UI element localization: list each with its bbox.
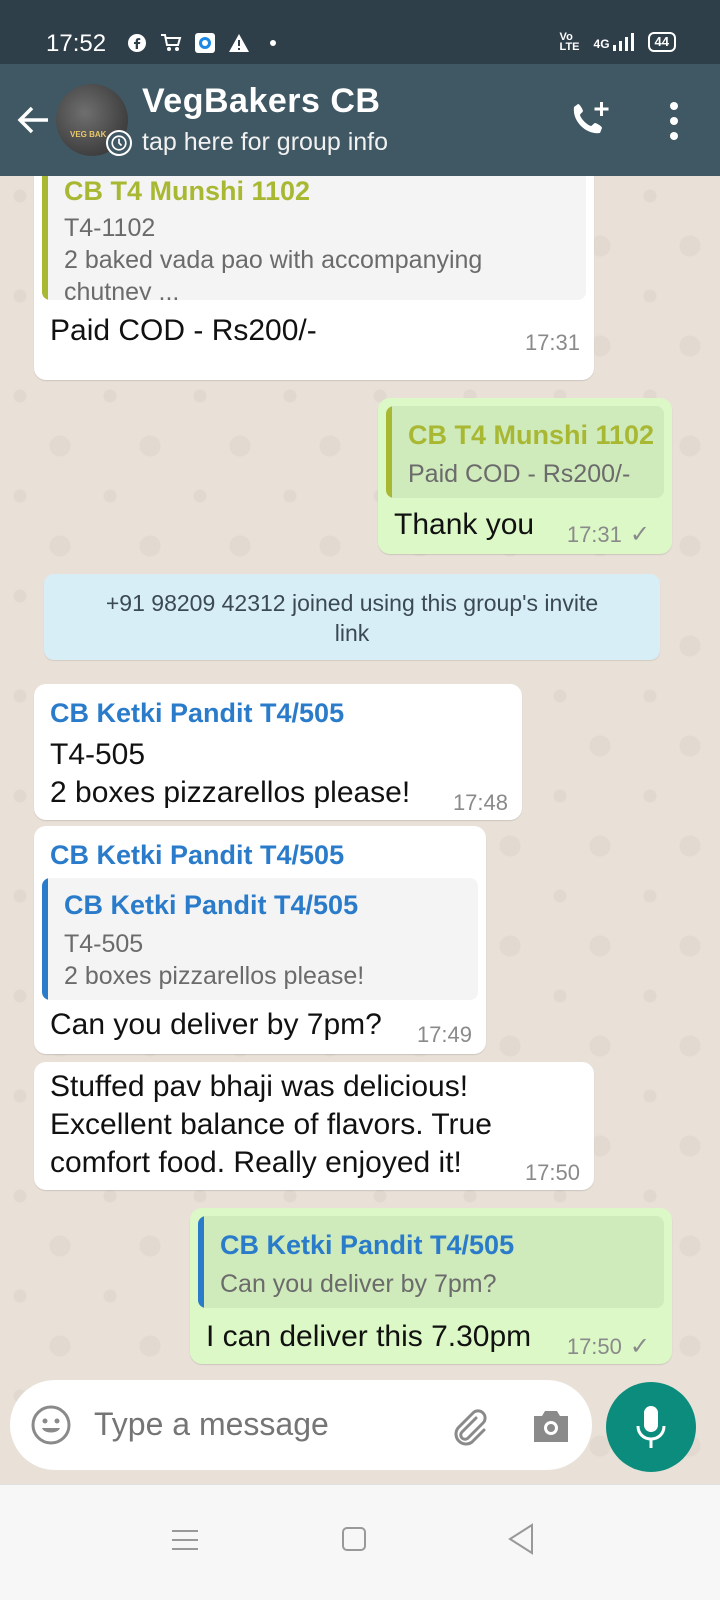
- signal-icon: 4G: [594, 33, 634, 51]
- message-bubble-incoming[interactable]: CB Ketki Pandit T4/505 CB Ketki Pandit T…: [34, 826, 486, 1054]
- quote-text: Can you deliver by 7pm?: [220, 1270, 497, 1298]
- message-composer: [10, 1380, 592, 1470]
- camera-icon[interactable]: [530, 1406, 572, 1446]
- system-notice: +91 98209 42312 joined using this group'…: [44, 574, 660, 660]
- volte-icon: Vo LTE: [559, 31, 580, 53]
- message-time-value: 17:50: [566, 1334, 622, 1359]
- message-bubble-incoming[interactable]: CB T4 Munshi 1102 T4-1102 2 baked vada p…: [34, 176, 594, 380]
- add-call-icon[interactable]: [568, 98, 614, 144]
- home-icon[interactable]: [342, 1527, 366, 1551]
- recent-apps-icon[interactable]: [172, 1529, 198, 1551]
- sent-tick-icon: ✓: [629, 1333, 650, 1360]
- group-title[interactable]: VegBakers CB: [142, 82, 380, 121]
- message-text: comfort food. Really enjoyed it!: [50, 1146, 462, 1179]
- dot-icon: [262, 32, 284, 54]
- group-info-hint[interactable]: tap here for group info: [142, 128, 388, 157]
- message-time: 17:50 ✓: [567, 1332, 650, 1361]
- quote-sender: CB Ketki Pandit T4/505: [220, 1230, 515, 1260]
- message-sender[interactable]: CB Ketki Pandit T4/505: [50, 698, 344, 729]
- microphone-icon: [636, 1406, 666, 1448]
- facebook-icon: [126, 32, 148, 54]
- avatar-logo-text: VEG BAK: [70, 130, 107, 139]
- voice-record-button[interactable]: [606, 1382, 696, 1472]
- timer-badge-icon: [106, 130, 132, 156]
- quoted-message[interactable]: CB T4 Munshi 1102 Paid COD - Rs200/-: [386, 406, 664, 498]
- message-bubble-incoming[interactable]: CB Ketki Pandit T4/505 T4-505 2 boxes pi…: [34, 684, 522, 820]
- network-type: 4G: [593, 37, 610, 51]
- message-text: T4-505: [50, 738, 146, 771]
- message-sender[interactable]: CB Ketki Pandit T4/505: [50, 840, 344, 871]
- status-time: 17:52: [46, 30, 107, 57]
- warning-icon: [228, 32, 250, 54]
- app-notification-icon: [194, 32, 216, 54]
- system-status-icons: Vo LTE 4G 44: [559, 31, 676, 53]
- quote-text: 2 boxes pizzarellos please!: [64, 962, 365, 990]
- message-text: Paid COD - Rs200/-: [50, 314, 317, 347]
- quote-accent-bar: [198, 1216, 204, 1308]
- system-back-icon[interactable]: [506, 1523, 536, 1555]
- quote-accent-bar: [42, 878, 48, 1000]
- message-time: 17:48: [452, 790, 508, 815]
- quoted-message[interactable]: CB Ketki Pandit T4/505 Can you deliver b…: [198, 1216, 664, 1308]
- message-input[interactable]: [94, 1406, 424, 1443]
- back-arrow-icon[interactable]: [14, 100, 54, 140]
- message-text: I can deliver this 7.30pm: [206, 1320, 532, 1353]
- message-text: Can you deliver by 7pm?: [50, 1008, 382, 1041]
- message-time: 17:31 ✓: [567, 520, 650, 549]
- status-bar: 17:52 Vo LTE 4G 44: [0, 0, 720, 64]
- battery-icon: 44: [647, 32, 676, 52]
- system-notice-line: +91 98209 42312 joined using this group'…: [105, 590, 599, 616]
- system-notice-line: link: [334, 620, 370, 646]
- more-options-icon[interactable]: [660, 98, 688, 144]
- quote-text: T4-505: [64, 930, 144, 958]
- quote-accent-bar: [42, 176, 48, 300]
- quote-text: Paid COD - Rs200/-: [408, 460, 631, 488]
- message-text: Stuffed pav bhaji was delicious!: [50, 1070, 469, 1103]
- quoted-message[interactable]: CB T4 Munshi 1102 T4-1102 2 baked vada p…: [42, 176, 586, 300]
- message-time: 17:50: [524, 1160, 580, 1185]
- chat-header: VEG BAK VegBakers CB tap here for group …: [0, 64, 720, 176]
- emoji-icon[interactable]: [30, 1404, 72, 1446]
- quoted-message[interactable]: CB Ketki Pandit T4/505 T4-505 2 boxes pi…: [42, 878, 478, 1000]
- quote-text: T4-1102: [64, 214, 156, 242]
- quote-text: chutney ...: [64, 278, 180, 300]
- message-text: 2 boxes pizzarellos please!: [50, 776, 411, 809]
- message-bubble-outgoing[interactable]: CB T4 Munshi 1102 Paid COD - Rs200/- Tha…: [378, 398, 672, 554]
- system-navigation-bar: [0, 1484, 720, 1600]
- quote-sender: CB Ketki Pandit T4/505: [64, 890, 359, 920]
- attach-clip-icon[interactable]: [446, 1404, 490, 1448]
- cart-icon: [160, 32, 182, 54]
- message-time-value: 17:31: [566, 522, 622, 547]
- sent-tick-icon: ✓: [629, 521, 650, 548]
- message-bubble-outgoing[interactable]: CB Ketki Pandit T4/505 Can you deliver b…: [190, 1208, 672, 1364]
- chat-area[interactable]: CB T4 Munshi 1102 T4-1102 2 baked vada p…: [0, 176, 720, 1508]
- message-text: Excellent balance of flavors. True: [50, 1108, 492, 1141]
- quote-text: 2 baked vada pao with accompanying: [64, 246, 483, 274]
- quote-sender: CB T4 Munshi 1102: [408, 420, 655, 450]
- quote-sender: CB T4 Munshi 1102: [64, 176, 311, 206]
- message-text: Thank you: [394, 508, 535, 541]
- message-bubble-incoming[interactable]: Stuffed pav bhaji was delicious! Excelle…: [34, 1062, 594, 1190]
- message-time: 17:49: [416, 1022, 472, 1047]
- notification-icons: [126, 32, 284, 54]
- message-time: 17:31: [524, 330, 580, 355]
- quote-accent-bar: [386, 406, 392, 498]
